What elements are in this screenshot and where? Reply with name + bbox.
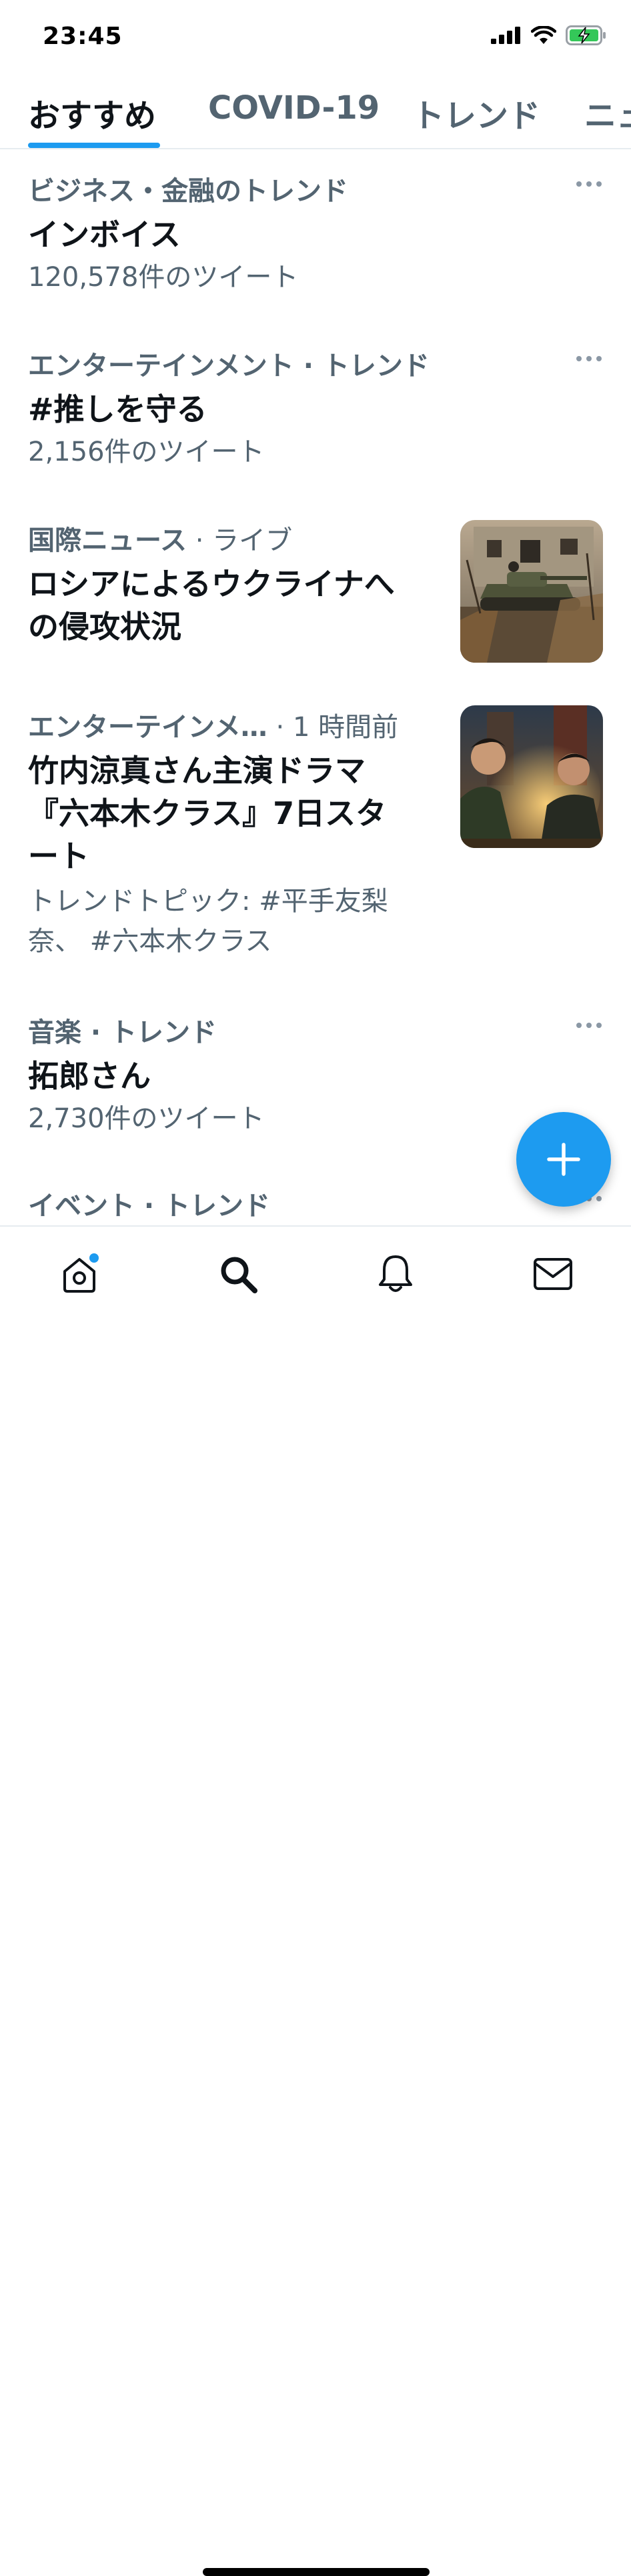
more-options-icon[interactable] [576,1023,602,1028]
trend-title: 拓郎さん [28,1058,151,1094]
compose-tweet-button[interactable] [516,1112,611,1207]
home-notification-dot [89,1253,99,1263]
search-icon [221,1257,257,1293]
news-title: ロシアによるウクライナへ の侵攻状況 [28,563,448,648]
trend-context: エンターテインメント · トレンド [28,351,430,381]
trend-item[interactable]: 音楽 · トレンド 拓郎さん 2,730件のツイート [28,1011,615,1139]
tab-news[interactable]: ニュ [584,89,631,136]
status-bar: 23:45 [0,0,631,80]
news-title-line: 竹内涼真さん主演ドラマ [28,753,366,789]
trending-topics-line: トレンドトピック: #平手友梨 [28,886,388,917]
status-icons [491,25,607,45]
news-status: · ライブ [187,525,293,556]
news-title-line: ロシアによるウクライナへ [28,566,395,602]
trend-item[interactable]: エンターテインメント · トレンド #推しを守る 2,156件のツイート [28,344,615,472]
trend-item[interactable]: ビジネス・金融のトレンド インボイス 120,578件のツイート [28,169,615,297]
trend-tweet-count: 120,578件のツイート [28,262,299,293]
news-category: エンターテインメ… [28,712,267,743]
status-time: 23:45 [43,23,123,50]
explore-tabs: おすすめ COVID-19 トレンド ニュ [0,80,631,149]
news-title: 竹内涼真さん主演ドラマ 『六本木クラス』7日スタ ート [28,749,448,877]
nav-home[interactable] [56,1251,103,1297]
more-options-icon[interactable] [576,181,602,187]
wifi-icon [531,26,556,44]
bell-icon [379,1255,412,1292]
bottom-navigation [0,1225,631,2576]
tank-in-ruins-photo [460,520,603,663]
cellular-signal-icon [491,27,520,44]
tab-trending[interactable]: トレンド [412,89,540,136]
news-time: · 1 時間前 [267,712,399,743]
battery-charging-icon [566,25,606,45]
trend-context: 音楽 · トレンド [28,1017,217,1048]
home-indicator [203,2568,430,2576]
tab-covid19[interactable]: COVID-19 [208,89,380,127]
trend-title: インボイス [28,217,181,253]
more-options-icon[interactable] [576,356,602,361]
news-thumbnail[interactable] [460,520,603,663]
news-title-line: 『六本木クラス』7日スタ [28,795,387,831]
plus-icon [547,1143,580,1176]
news-title-line: ート [28,838,89,874]
news-title-line: の侵攻状況 [28,609,181,645]
nav-messages[interactable] [530,1251,576,1297]
trending-topics: トレンドトピック: #平手友梨 奈、 #六本木クラス [28,881,448,961]
tab-recommended[interactable]: おすすめ [28,89,156,136]
home-icon [63,1253,99,1293]
news-thumbnail[interactable] [460,705,603,848]
nav-search[interactable] [215,1251,261,1297]
trend-context: ビジネス・金融のトレンド [28,176,348,207]
mail-icon [534,1258,572,1290]
trend-title: #推しを守る [28,391,207,427]
nav-notifications[interactable] [372,1251,419,1297]
active-tab-indicator [28,143,160,148]
trending-topics-line: 奈、 #六本木クラス [28,926,272,957]
trend-tweet-count: 2,156件のツイート [28,437,265,467]
drama-poster-photo [460,705,603,848]
news-category: 国際ニュース [28,525,187,556]
